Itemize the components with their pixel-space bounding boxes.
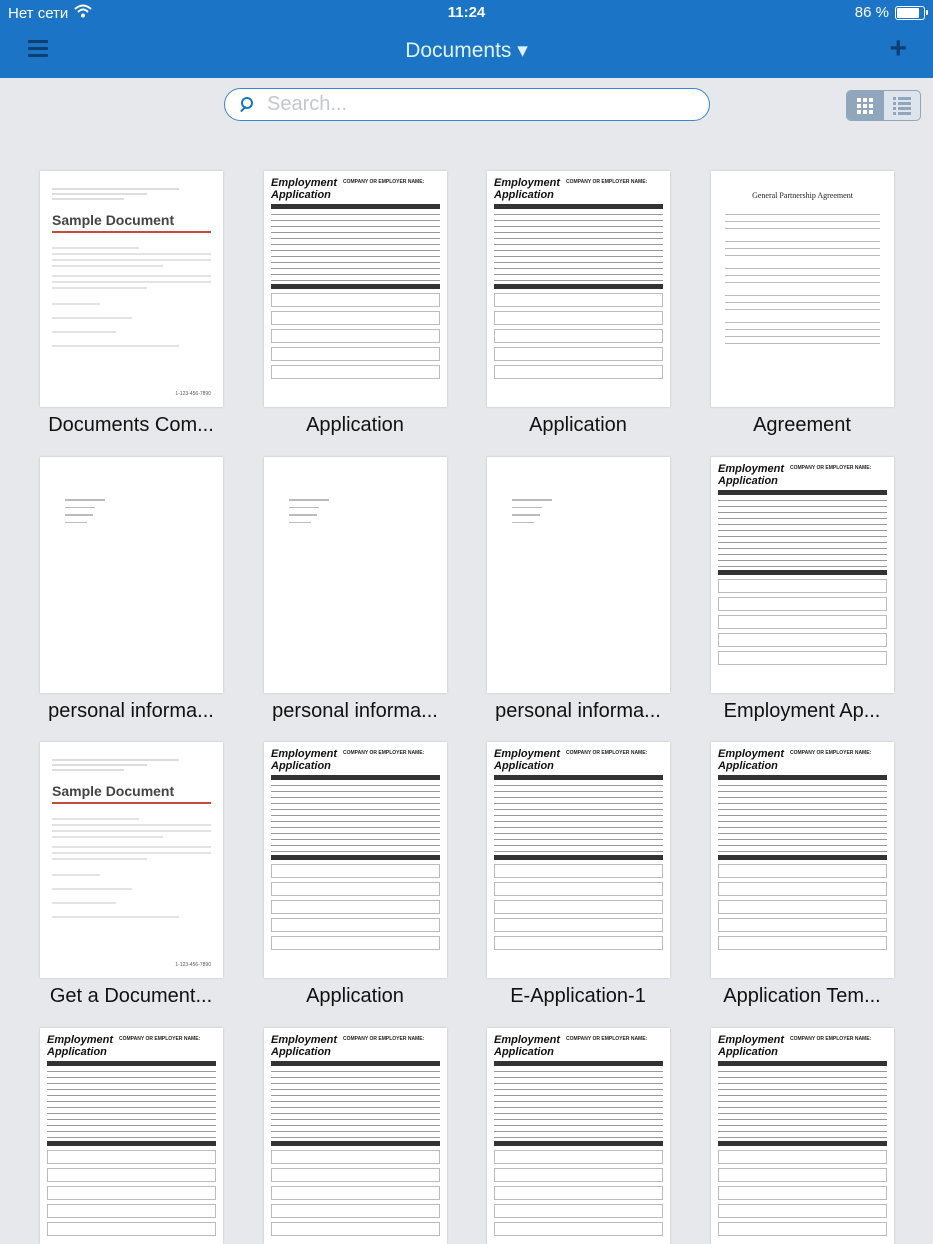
document-thumbnail[interactable]: Employment Application COMPANY OR EMPLOY… (487, 171, 670, 407)
thumb-title-line2: Application (718, 760, 778, 772)
search-icon (237, 94, 259, 116)
thumb-title-line2: Application (494, 760, 554, 772)
grid-view-button[interactable] (847, 91, 884, 120)
document-thumbnail[interactable] (40, 457, 223, 693)
document-title: E-Application-1 (510, 985, 646, 1007)
document-card[interactable]: Employment Application COMPANY OR EMPLOY… (487, 171, 677, 437)
thumb-title-line1: Employment (718, 748, 785, 760)
document-title: personal informa... (48, 700, 214, 722)
thumb-title-line1: Employment (271, 1034, 338, 1046)
thumb-company: COMPANY OR EMPLOYER NAME: (566, 750, 648, 756)
document-thumbnail[interactable]: Employment Application COMPANY OR EMPLOY… (487, 1028, 670, 1244)
add-icon[interactable]: + (889, 34, 907, 64)
search-bar[interactable] (224, 88, 710, 121)
document-thumbnail[interactable]: Sample Document 1-123-456-7890 (40, 171, 223, 407)
search-input[interactable] (267, 93, 687, 116)
document-card[interactable]: personal informa... (487, 457, 677, 723)
thumb-company: COMPANY OR EMPLOYER NAME: (790, 1036, 872, 1042)
thumb-title-line1: Employment (271, 748, 338, 760)
status-time: 11:24 (447, 4, 486, 21)
document-card[interactable]: Employment Application COMPANY OR EMPLOY… (711, 457, 901, 723)
list-view-button[interactable] (884, 91, 921, 120)
thumb-title: General Partnership Agreement (752, 191, 853, 200)
thumb-company: COMPANY OR EMPLOYER NAME: (343, 1036, 425, 1042)
document-thumbnail[interactable]: Sample Document 1-123-456-7890 (40, 742, 223, 978)
thumb-title-line2: Application (494, 1046, 554, 1058)
document-title: Application (306, 985, 404, 1007)
document-title: Application Tem... (723, 985, 881, 1007)
document-thumbnail[interactable]: Employment Application COMPANY OR EMPLOY… (711, 457, 894, 693)
document-card[interactable]: Employment Application COMPANY OR EMPLOY… (264, 742, 454, 1008)
grid-icon (857, 97, 874, 114)
thumb-title: Sample Document (52, 212, 175, 228)
nav-title-wrapper: Documents ▾ (0, 38, 933, 63)
document-title: Application (529, 414, 627, 436)
thumb-title-line2: Application (47, 1046, 107, 1058)
thumb-title-line1: Employment (718, 463, 785, 475)
status-bar: Нет сети 11:24 86 % (0, 0, 933, 26)
documents-dropdown[interactable]: Documents ▾ (405, 39, 528, 62)
document-card[interactable]: Employment Application COMPANY OR EMPLOY… (487, 742, 677, 1008)
thumb-title-line2: Application (718, 475, 778, 487)
document-card[interactable]: Employment Application COMPANY OR EMPLOY… (487, 1028, 677, 1244)
thumb-title-line1: Employment (718, 1034, 785, 1046)
document-card[interactable]: Sample Document 1-123-456-7890 Get a Doc… (40, 742, 230, 1008)
document-thumbnail[interactable]: General Partnership Agreement (711, 171, 894, 407)
battery-fill (897, 7, 920, 18)
document-card[interactable]: Employment Application COMPANY OR EMPLOY… (264, 1028, 454, 1244)
thumb-title-line1: Employment (494, 177, 561, 189)
thumb-company: COMPANY OR EMPLOYER NAME: (566, 179, 648, 185)
document-title: Documents Com... (48, 414, 214, 436)
document-title: Agreement (753, 414, 851, 436)
document-thumbnail[interactable]: Employment Application COMPANY OR EMPLOY… (711, 1028, 894, 1244)
document-card[interactable]: Sample Document 1-123-456-7890 Documents… (40, 171, 230, 437)
document-card[interactable]: personal informa... (264, 457, 454, 723)
document-title: Application (306, 414, 404, 436)
thumb-company: COMPANY OR EMPLOYER NAME: (119, 1036, 201, 1042)
battery-icon (895, 5, 928, 20)
thumb-title-line1: Employment (271, 177, 338, 189)
thumb-title-line2: Application (271, 189, 331, 201)
document-card[interactable]: Employment Application COMPANY OR EMPLOY… (264, 171, 454, 437)
document-thumbnail[interactable]: Employment Application COMPANY OR EMPLOY… (711, 742, 894, 978)
thumb-company: COMPANY OR EMPLOYER NAME: (790, 750, 872, 756)
thumb-title-line1: Employment (494, 748, 561, 760)
thumb-company: COMPANY OR EMPLOYER NAME: (343, 179, 425, 185)
view-toggle (846, 90, 921, 121)
thumb-company: COMPANY OR EMPLOYER NAME: (343, 750, 425, 756)
hamburger-menu-icon[interactable] (28, 40, 48, 60)
document-title: personal informa... (495, 700, 661, 722)
thumb-company: COMPANY OR EMPLOYER NAME: (790, 465, 872, 471)
thumb-company: COMPANY OR EMPLOYER NAME: (566, 1036, 648, 1042)
battery-percent: 86 % (854, 4, 889, 21)
document-thumbnail[interactable] (487, 457, 670, 693)
nav-bar: Documents ▾ + (0, 26, 933, 78)
thumb-title-line1: Employment (494, 1034, 561, 1046)
thumb-title-line2: Application (494, 189, 554, 201)
document-thumbnail[interactable] (264, 457, 447, 693)
status-right: 86 % (854, 4, 928, 21)
document-title: Get a Document... (49, 985, 213, 1007)
thumb-phone: 1-123-456-7890 (175, 962, 211, 968)
document-card[interactable]: General Partnership Agreement Agreement (711, 171, 901, 437)
document-thumbnail[interactable]: Employment Application COMPANY OR EMPLOY… (40, 1028, 223, 1244)
document-card[interactable]: personal informa... (40, 457, 230, 723)
thumb-phone: 1-123-456-7890 (175, 391, 211, 397)
thumb-title-line2: Application (718, 1046, 778, 1058)
thumb-title: Sample Document (52, 783, 175, 799)
thumb-title-line1: Employment (47, 1034, 114, 1046)
list-icon (892, 96, 911, 115)
document-thumbnail[interactable]: Employment Application COMPANY OR EMPLOY… (264, 1028, 447, 1244)
thumb-title-line2: Application (271, 760, 331, 772)
document-title: Employment Ap... (723, 700, 881, 722)
document-card[interactable]: Employment Application COMPANY OR EMPLOY… (711, 742, 901, 1008)
document-thumbnail[interactable]: Employment Application COMPANY OR EMPLOY… (264, 742, 447, 978)
document-card[interactable]: Employment Application COMPANY OR EMPLOY… (40, 1028, 230, 1244)
thumb-title-line2: Application (271, 1046, 331, 1058)
document-thumbnail[interactable]: Employment Application COMPANY OR EMPLOY… (264, 171, 447, 407)
document-title: personal informa... (272, 700, 438, 722)
document-card[interactable]: Employment Application COMPANY OR EMPLOY… (711, 1028, 901, 1244)
document-thumbnail[interactable]: Employment Application COMPANY OR EMPLOY… (487, 742, 670, 978)
